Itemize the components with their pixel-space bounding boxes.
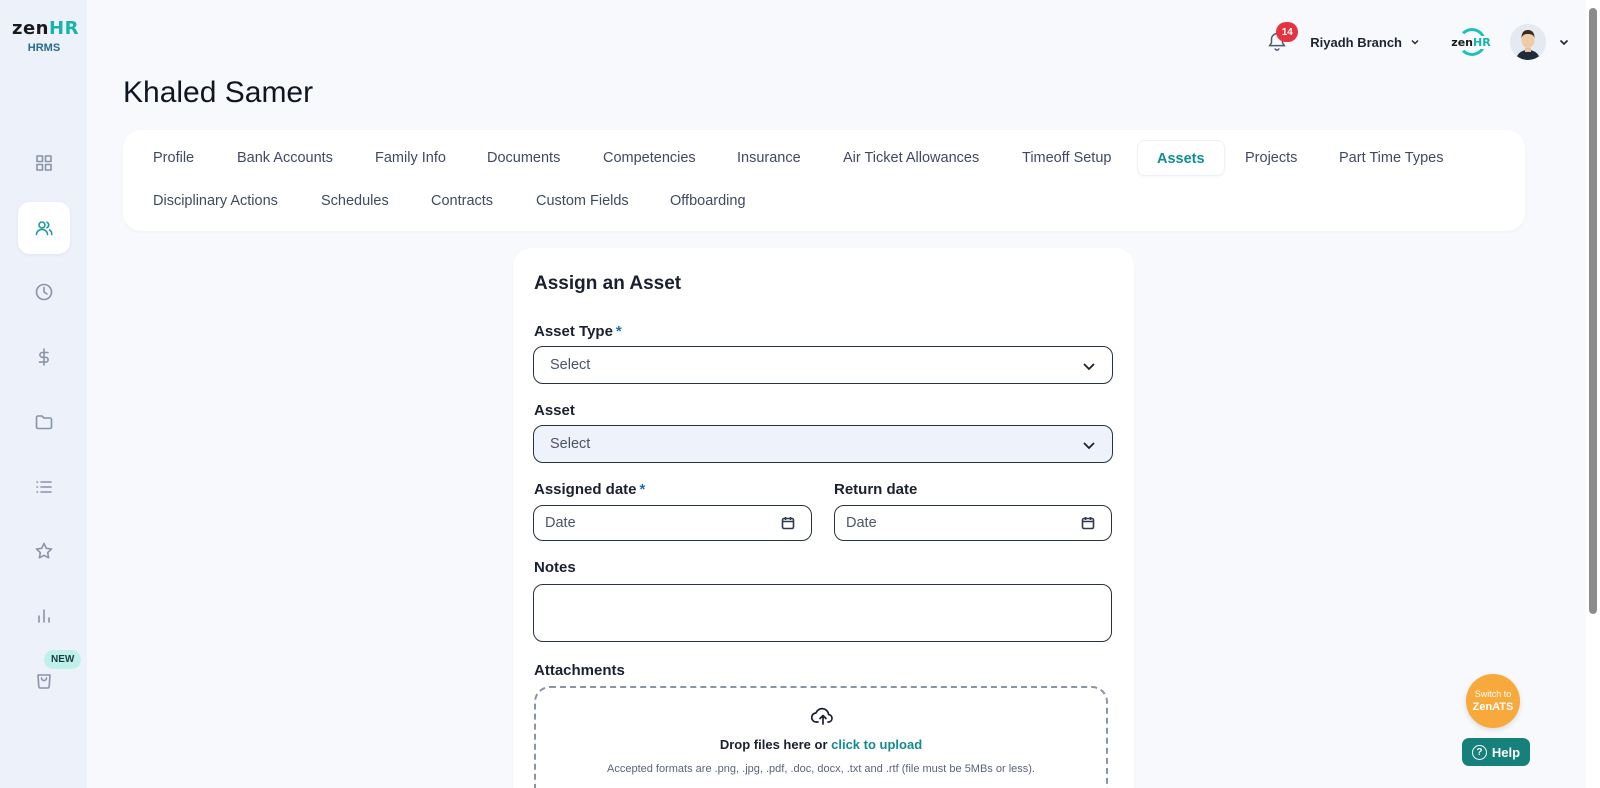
notifications-button[interactable]: 14 [1266,22,1299,54]
tab-documents[interactable]: Documents [468,140,579,176]
asset-select[interactable]: Select [533,425,1113,463]
bag-icon [37,674,51,689]
page-title: Khaled Samer [123,76,314,109]
notes-label: Notes [534,559,576,576]
asset-type-value: Select [550,357,591,373]
sidebar-item-dashboard[interactable] [18,137,70,189]
tab-competencies[interactable]: Competencies [584,140,715,176]
accepted-formats-text: Accepted formats are .png, .jpg, .pdf, .… [607,763,1035,775]
form-title: Assign an Asset [534,273,682,294]
assigned-date-placeholder: Date [545,515,576,531]
chevron-down-icon[interactable] [1558,36,1570,48]
tab-offboarding[interactable]: Offboarding [651,183,765,219]
tab-part-time-types[interactable]: Part Time Types [1320,140,1463,176]
sidebar-item-performance[interactable] [18,525,70,577]
star-icon [35,542,53,559]
help-button[interactable]: ? Help [1462,738,1530,766]
sidebar-item-people[interactable] [18,202,70,254]
tab-family-info[interactable]: Family Info [356,140,465,176]
assigned-date-field[interactable]: Date [533,505,812,541]
dollar-icon [38,348,49,366]
branch-selector[interactable]: Riyadh Branch [1310,35,1420,50]
asset-value: Select [550,436,591,452]
assign-asset-form: Assign an Asset Asset Type * Select Asset… [513,248,1134,788]
chevron-down-icon [1083,363,1095,371]
tab-custom-fields[interactable]: Custom Fields [517,183,648,219]
list-icon [36,481,52,493]
tab-schedules[interactable]: Schedules [302,183,408,219]
dashboard-icon [36,155,52,171]
click-to-upload-link[interactable]: click to upload [831,737,922,752]
asset-type-label: Asset Type * [534,323,622,340]
calendar-icon [1081,517,1095,530]
drop-text-label: Drop files here or [719,737,828,752]
branch-label: Riyadh Branch [1310,34,1402,50]
logo-accent: HR [49,18,79,39]
tab-air-ticket-allowances[interactable]: Air Ticket Allowances [824,140,998,176]
notes-textarea[interactable] [533,584,1112,642]
upload-cloud-icon [810,705,835,727]
profile-tabs: Profile Bank Accounts Family Info Docume… [123,130,1525,231]
sidebar-item-documents[interactable] [18,396,70,448]
calendar-icon [781,517,795,530]
required-mark: * [615,323,622,340]
sidebar: zenHR HRMS NEW [0,0,87,788]
attachments-dropzone[interactable]: Drop files here or click to upload Accep… [534,686,1108,788]
scrollbar-thumb[interactable] [1589,8,1597,614]
tab-projects[interactable]: Projects [1226,140,1316,176]
mini-logo-accent: HR [1473,35,1491,49]
page-scrollbar[interactable] [1586,0,1600,788]
tab-assets[interactable]: Assets [1137,140,1225,176]
tab-bank-accounts[interactable]: Bank Accounts [218,140,352,176]
assigned-date-label: Assigned date * [534,481,645,498]
question-circle-icon: ? [1471,744,1487,760]
tab-contracts[interactable]: Contracts [412,183,512,219]
folder-icon [35,415,53,430]
clock-icon [35,283,53,301]
asset-type-select[interactable]: Select [533,346,1113,384]
attachments-label: Attachments [534,662,625,679]
logo-main: zen [12,18,49,39]
return-date-placeholder: Date [846,515,877,531]
mini-logo-text: zenHR [1450,35,1492,49]
user-avatar-icon [1510,24,1546,60]
topbar: 14 Riyadh Branch zenHR [1266,22,1570,60]
return-date-label: Return date [834,481,918,498]
sidebar-item-marketplace[interactable] [18,654,70,706]
sidebar-item-requests[interactable] [18,461,70,513]
required-mark: * [639,481,646,498]
switch-to-zenats-button[interactable]: Switch to ZenATS [1466,674,1520,728]
switch-line-2: ZenATS [1472,701,1514,713]
sidebar-item-reports[interactable] [18,590,70,642]
tab-disciplinary-actions[interactable]: Disciplinary Actions [134,183,297,219]
help-label: Help [1491,744,1521,760]
zenhr-logo[interactable]: zenHR HRMS [12,18,79,54]
return-date-field[interactable]: Date [834,505,1112,541]
switch-line-1: Switch to [1474,689,1512,699]
tab-profile[interactable]: Profile [134,140,213,176]
chevron-down-icon [1411,40,1419,45]
drop-text: Drop files here or click to upload [536,737,1106,752]
notification-count-badge: 14 [1276,22,1299,42]
asset-label: Asset [534,402,575,419]
people-icon [35,221,53,236]
mini-logo-main: zen [1451,35,1473,49]
asset-type-label-text: Asset Type [534,323,613,340]
sidebar-item-time[interactable] [18,266,70,318]
chevron-down-icon [1083,442,1095,450]
chart-icon [38,609,50,623]
sidebar-item-payroll[interactable] [18,331,70,383]
logo-sub: HRMS [27,42,61,54]
tab-timeoff-setup[interactable]: Timeoff Setup [1003,140,1130,176]
tab-insurance[interactable]: Insurance [718,140,820,176]
assigned-date-label-text: Assigned date [534,481,637,498]
avatar[interactable] [1510,24,1546,60]
zenhr-mini-logo[interactable]: zenHR [1450,26,1492,58]
